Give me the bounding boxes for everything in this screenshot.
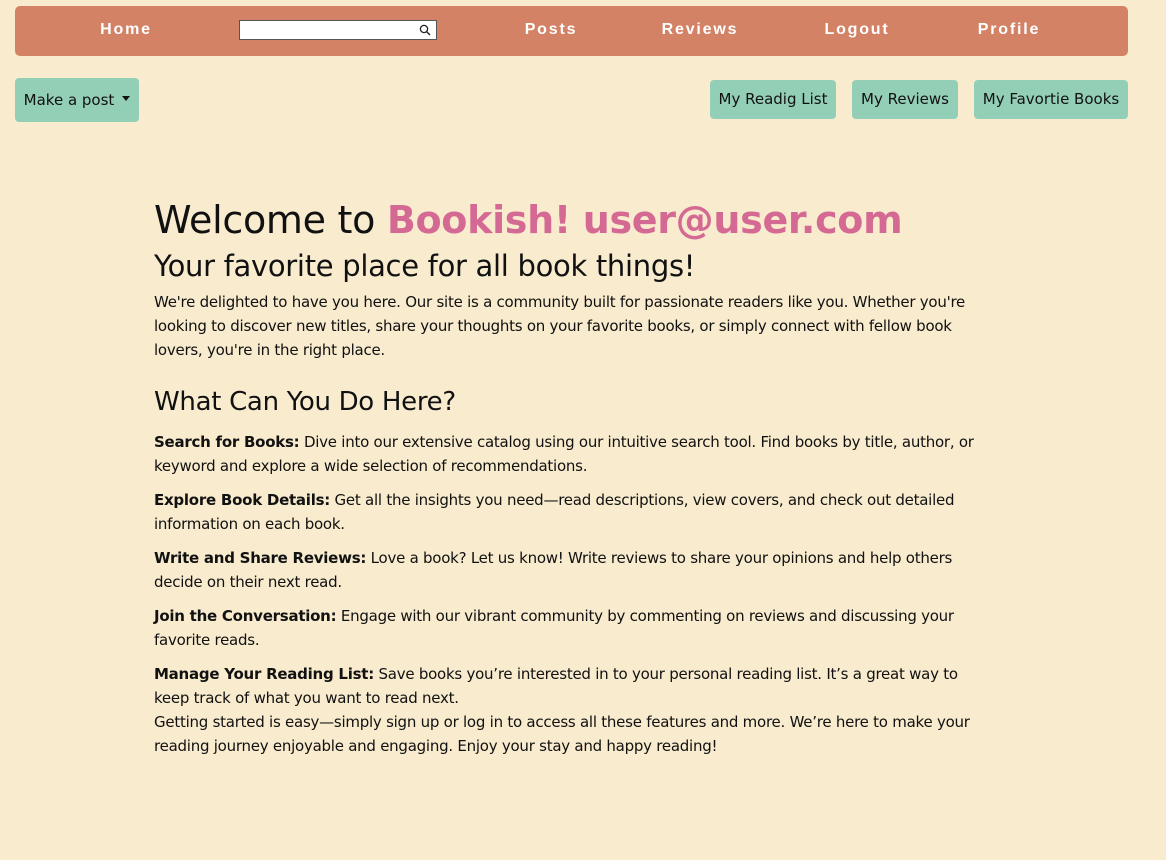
nav-home-link[interactable]: Home <box>91 6 161 56</box>
welcome-section: Welcome to Bookish! user@user.com Your f… <box>154 196 994 758</box>
brand-name: Bookish! <box>386 198 571 242</box>
user-email: user@user.com <box>582 198 903 242</box>
nav-profile-link[interactable]: Profile <box>969 6 1049 56</box>
features-heading: What Can You Do Here? <box>154 387 456 417</box>
feature-title: Explore Book Details: <box>154 491 331 509</box>
tagline: Your favorite place for all book things! <box>154 249 696 283</box>
search-input[interactable] <box>240 23 418 41</box>
intro-paragraph: We're delighted to have you here. Our si… <box>154 293 966 359</box>
welcome-heading: Welcome to Bookish! user@user.com <box>154 196 994 244</box>
search-box[interactable] <box>239 20 437 41</box>
feature-title: Search for Books: <box>154 433 300 451</box>
search-icon[interactable] <box>419 24 431 36</box>
favorite-books-button[interactable]: My Favortie Books <box>974 80 1128 119</box>
make-post-dropdown-button[interactable]: Make a post <box>15 78 139 122</box>
welcome-prefix: Welcome to <box>154 198 387 242</box>
nav-logout-link[interactable]: Logout <box>815 6 899 56</box>
feature-item: Join the Conversation: Engage with our v… <box>154 604 994 652</box>
feature-title: Manage Your Reading List: <box>154 665 374 683</box>
feature-item: Write and Share Reviews: Love a book? Le… <box>154 546 994 594</box>
make-post-label: Make a post <box>23 91 115 109</box>
my-reviews-button[interactable]: My Reviews <box>852 80 958 119</box>
reading-list-button[interactable]: My Readig List <box>710 80 836 119</box>
nav-posts-link[interactable]: Posts <box>515 6 587 56</box>
caret-down-icon <box>122 96 131 101</box>
feature-item: Explore Book Details: Get all the insigh… <box>154 488 994 536</box>
feature-title: Write and Share Reviews: <box>154 549 367 567</box>
nav-reviews-link[interactable]: Reviews <box>655 6 745 56</box>
feature-item: Manage Your Reading List: Save books you… <box>154 662 994 710</box>
feature-title: Join the Conversation: <box>154 607 337 625</box>
closing-paragraph: Getting started is easy—simply sign up o… <box>154 713 970 755</box>
top-navbar: Home Posts Reviews Logout Profile <box>15 6 1128 56</box>
feature-item: Search for Books: Dive into our extensiv… <box>154 430 994 478</box>
